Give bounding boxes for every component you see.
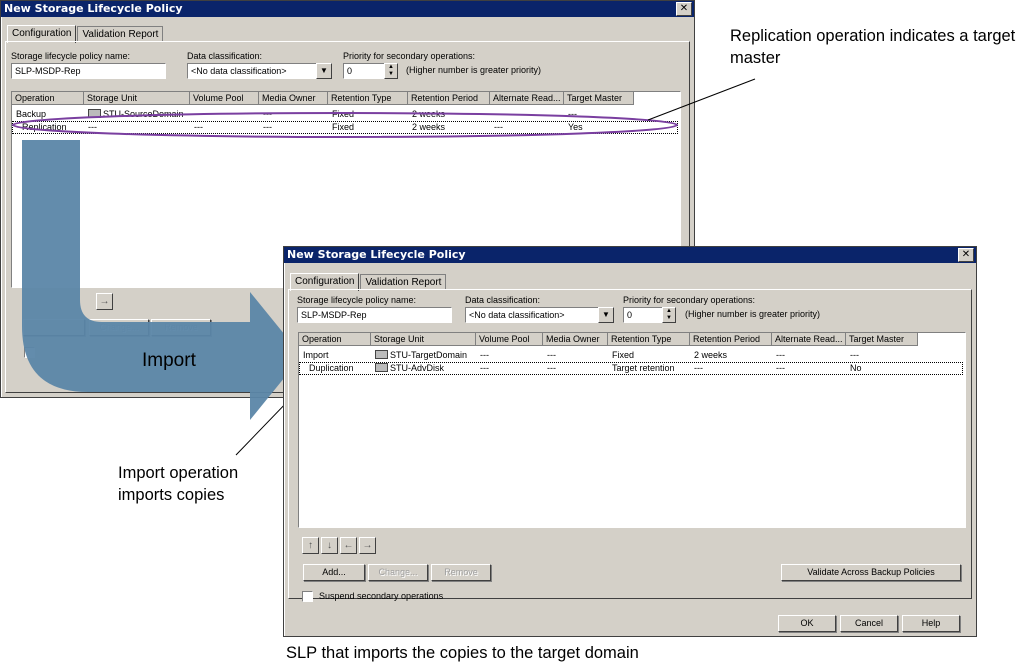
- col-media-owner[interactable]: Media Owner: [543, 333, 608, 346]
- help-button[interactable]: Help: [902, 615, 960, 632]
- data-classification-label: Data classification:: [465, 295, 541, 305]
- arrow-left-icon[interactable]: ←: [340, 537, 357, 554]
- cell-target-master: ---: [850, 350, 859, 360]
- data-classification-select[interactable]: <No data classification>: [465, 307, 600, 323]
- cell-media-owner: ---: [547, 350, 556, 360]
- replication-highlight-ellipse: [12, 112, 678, 138]
- cell-volume-pool: ---: [480, 350, 489, 360]
- storage-unit-text: STU-AdvDisk: [390, 363, 445, 373]
- cell-retention-type: Fixed: [612, 350, 635, 360]
- priority-hint: (Higher number is greater priority): [685, 309, 821, 319]
- window-titlebar: New Storage Lifecycle Policy ✕: [284, 247, 976, 263]
- import-flow-arrow: [22, 140, 302, 420]
- priority-input[interactable]: 0: [623, 307, 664, 323]
- disk-icon: [375, 350, 388, 360]
- cell-retention-period: ---: [694, 363, 703, 373]
- arrow-down-icon[interactable]: ↓: [321, 537, 338, 554]
- cell-retention-type: Target retention: [612, 363, 675, 373]
- replication-note: Replication operation indicates a target…: [730, 27, 1016, 67]
- arrow-up-icon[interactable]: ↑: [302, 537, 319, 554]
- col-volume-pool[interactable]: Volume Pool: [476, 333, 543, 346]
- chevron-down-icon[interactable]: ▼: [598, 307, 614, 323]
- col-storage-unit[interactable]: Storage Unit: [371, 333, 476, 346]
- tab-strip: Configuration Validation Report: [290, 271, 447, 291]
- import-arrow-label: Import: [142, 350, 196, 371]
- cell-alternate-read: ---: [776, 350, 785, 360]
- ok-button[interactable]: OK: [778, 615, 836, 632]
- col-retention-period[interactable]: Retention Period: [690, 333, 772, 346]
- policy-name-label: Storage lifecycle policy name:: [297, 295, 417, 305]
- policy-name-input[interactable]: SLP-MSDP-Rep: [297, 307, 452, 323]
- col-target-master[interactable]: Target Master: [846, 333, 918, 346]
- cell-operation: Import: [303, 350, 329, 360]
- replication-callout-line: [647, 78, 756, 121]
- operations-list: Operation Storage Unit Volume Pool Media…: [298, 332, 966, 528]
- col-alternate-read[interactable]: Alternate Read...: [772, 333, 846, 346]
- priority-spinner-icon[interactable]: ▲ ▼: [662, 307, 676, 323]
- table-row[interactable]: Duplication STU-AdvDisk --- --- Target r…: [299, 362, 963, 375]
- cell-target-master: No: [850, 363, 862, 373]
- slp-window-target: New Storage Lifecycle Policy ✕ Configura…: [283, 246, 977, 637]
- import-note: Import operation imports copies: [118, 464, 239, 504]
- cell-storage-unit: STU-TargetDomain: [372, 350, 477, 361]
- validate-button[interactable]: Validate Across Backup Policies: [781, 564, 961, 581]
- storage-unit-text: STU-TargetDomain: [390, 350, 468, 360]
- cell-alternate-read: ---: [776, 363, 785, 373]
- col-retention-type[interactable]: Retention Type: [608, 333, 690, 346]
- suspend-checkbox[interactable]: [302, 591, 313, 602]
- table-row[interactable]: Import STU-TargetDomain --- --- Fixed 2 …: [300, 350, 964, 361]
- cell-volume-pool: ---: [480, 363, 489, 373]
- col-operation[interactable]: Operation: [299, 333, 371, 346]
- cell-retention-period: 2 weeks: [694, 350, 728, 360]
- tab-validation-report[interactable]: Validation Report: [360, 274, 447, 290]
- cell-storage-unit: STU-AdvDisk: [372, 363, 477, 374]
- figure-caption: SLP that imports the copies to the targe…: [286, 644, 639, 662]
- close-icon[interactable]: ✕: [958, 248, 974, 262]
- add-button[interactable]: Add...: [303, 564, 365, 581]
- cell-media-owner: ---: [547, 363, 556, 373]
- cell-operation: Duplication: [309, 363, 354, 373]
- suspend-label: Suspend secondary operations: [319, 591, 444, 601]
- arrow-right-icon[interactable]: →: [359, 537, 376, 554]
- cancel-button[interactable]: Cancel: [840, 615, 898, 632]
- remove-button[interactable]: Remove: [431, 564, 491, 581]
- priority-label: Priority for secondary operations:: [623, 295, 756, 305]
- window-title: New Storage Lifecycle Policy: [287, 248, 466, 261]
- change-button[interactable]: Change...: [368, 564, 428, 581]
- disk-icon: [375, 363, 388, 373]
